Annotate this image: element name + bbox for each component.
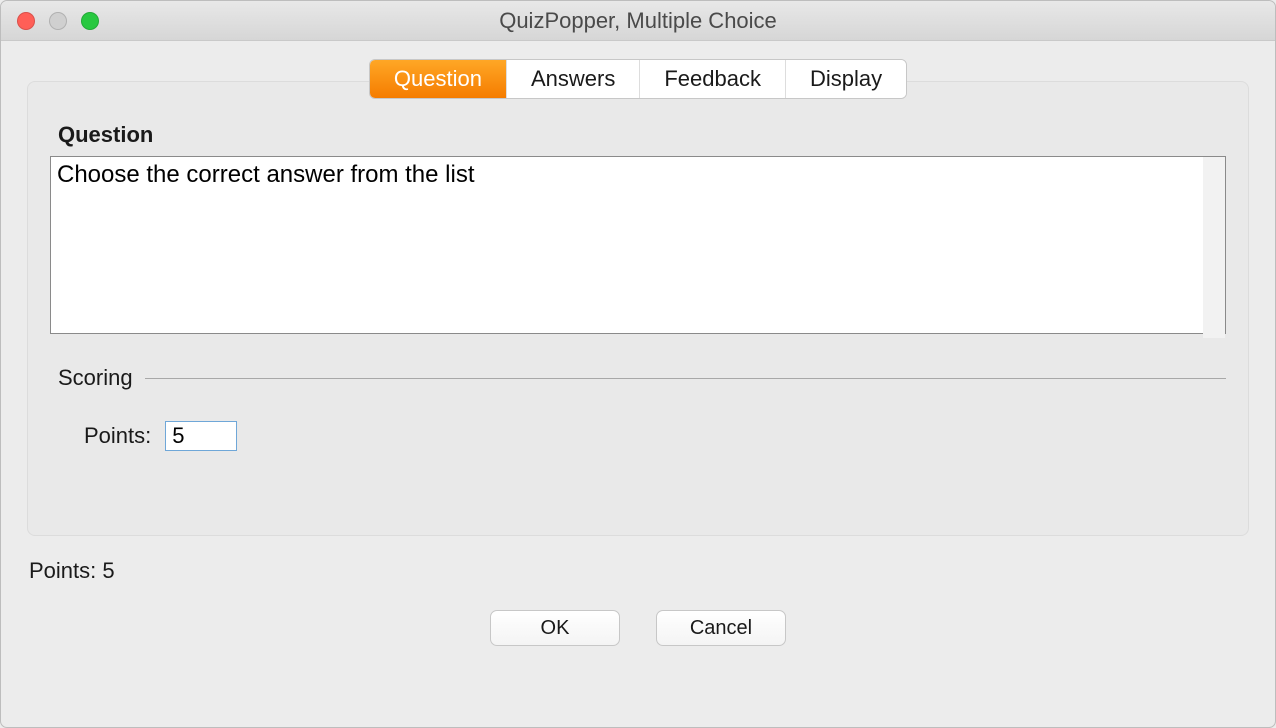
ok-button[interactable]: OK bbox=[490, 610, 620, 646]
tabs: Question Answers Feedback Display bbox=[369, 59, 907, 99]
window-title: QuizPopper, Multiple Choice bbox=[1, 8, 1275, 34]
tab-feedback[interactable]: Feedback bbox=[640, 60, 786, 98]
scoring-fieldset: Scoring Points: bbox=[50, 365, 1226, 451]
footer-points-text: Points: 5 bbox=[29, 558, 1267, 584]
tabs-row: Question Answers Feedback Display bbox=[9, 59, 1267, 99]
titlebar: QuizPopper, Multiple Choice bbox=[1, 1, 1275, 41]
question-heading: Question bbox=[58, 122, 1226, 148]
traffic-lights bbox=[1, 12, 99, 30]
tab-question[interactable]: Question bbox=[370, 60, 507, 98]
maximize-icon[interactable] bbox=[81, 12, 99, 30]
minimize-icon bbox=[49, 12, 67, 30]
points-input[interactable] bbox=[165, 421, 237, 451]
tab-answers[interactable]: Answers bbox=[507, 60, 640, 98]
points-row: Points: bbox=[50, 421, 1226, 451]
question-panel: Question Scoring Points: bbox=[27, 81, 1249, 536]
cancel-button[interactable]: Cancel bbox=[656, 610, 786, 646]
scoring-header: Scoring bbox=[50, 365, 1226, 391]
button-row: OK Cancel bbox=[9, 610, 1267, 646]
content-area: Question Answers Feedback Display Questi… bbox=[1, 41, 1275, 727]
scoring-heading: Scoring bbox=[58, 365, 133, 391]
close-icon[interactable] bbox=[17, 12, 35, 30]
question-textarea[interactable] bbox=[50, 156, 1226, 334]
dialog-window: QuizPopper, Multiple Choice Question Ans… bbox=[0, 0, 1276, 728]
question-textarea-wrap bbox=[50, 156, 1226, 339]
points-label: Points: bbox=[84, 423, 151, 449]
divider-line bbox=[145, 378, 1226, 379]
tab-display[interactable]: Display bbox=[786, 60, 906, 98]
